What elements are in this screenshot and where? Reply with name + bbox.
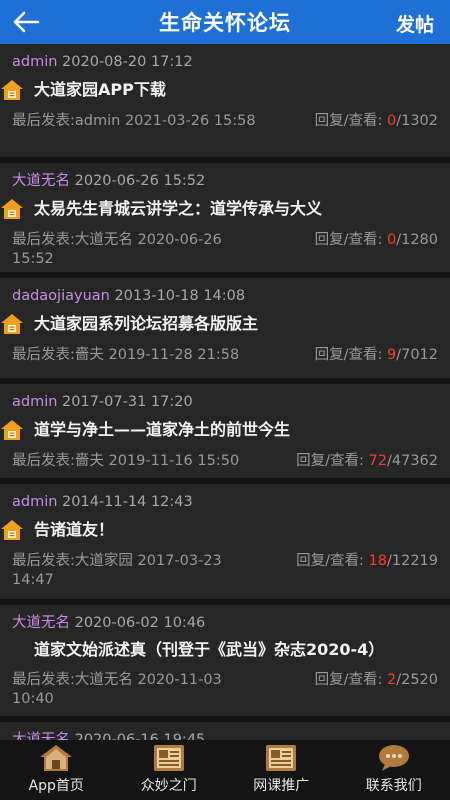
home-icon — [1, 80, 23, 100]
tab-app-home[interactable]: App首页 — [0, 740, 113, 800]
post-meta: admin 2020-08-20 17:12 — [12, 52, 438, 72]
home-icon — [1, 520, 23, 540]
post-author[interactable]: 大道无名 — [12, 732, 70, 740]
chat-bubble-icon — [378, 745, 409, 771]
post-date: 2020-06-16 19:45 — [74, 732, 206, 740]
back-arrow-icon[interactable] — [10, 6, 42, 38]
post-last-reply: 最后发表:大道家园 2017-03-23 14:47 回复/查看: 18/1221… — [12, 553, 438, 588]
home-icon — [40, 745, 73, 771]
post-meta: 大道无名 2020-06-16 19:45 — [12, 730, 438, 740]
post-author[interactable]: 大道无名 — [12, 615, 70, 631]
post-author[interactable]: 大道无名 — [12, 173, 70, 189]
list-item[interactable]: admin 2014-11-14 12:43 告诸道友！ 最后发表:大道家园 2… — [0, 484, 450, 605]
list-item[interactable]: 大道无名 2020-06-16 19:45 — [0, 722, 450, 740]
post-author[interactable]: dadaojiayuan — [12, 288, 110, 304]
list-item[interactable]: admin 2017-07-31 17:20 道学与净土——道家净土的前世今生 … — [0, 384, 450, 484]
post-date: 2014-11-14 12:43 — [62, 494, 193, 510]
post-date: 2020-06-02 10:46 — [74, 615, 206, 631]
newspaper-icon — [266, 745, 297, 771]
home-icon — [1, 420, 23, 440]
post-last-reply: 最后发表:嗇夫 2019-11-16 15:50 回复/查看: 72/47362 — [12, 453, 438, 469]
app-header: 生命关怀论坛 发帖 — [0, 0, 450, 44]
post-date: 2013-10-18 14:08 — [114, 288, 246, 304]
post-title[interactable]: 告诸道友！ — [34, 519, 114, 541]
post-meta: admin 2014-11-14 12:43 — [12, 492, 438, 512]
post-meta: 大道无名 2020-06-02 10:46 — [12, 613, 438, 633]
home-icon — [1, 199, 23, 219]
new-post-button[interactable]: 发帖 — [396, 10, 434, 37]
newspaper-icon — [153, 745, 184, 771]
post-stats: 回复/查看: 9/7012 — [314, 347, 438, 363]
tab-label: 网课推广 — [253, 778, 310, 794]
tab-label: App首页 — [28, 778, 84, 794]
post-author[interactable]: admin — [12, 494, 57, 510]
post-stats: 回复/查看: 0/1302 — [314, 113, 438, 129]
post-title[interactable]: 大道家园APP下载 — [34, 79, 166, 101]
post-stats: 回复/查看: 2/2520 — [314, 672, 438, 688]
post-last-reply: 最后发表:大道无名 2020-11-03 10:40 回复/查看: 2/2520 — [12, 672, 438, 707]
post-date: 2020-06-26 15:52 — [74, 173, 206, 189]
tab-label: 联系我们 — [365, 778, 422, 794]
list-item[interactable]: dadaojiayuan 2013-10-18 14:08 大道家园系列论坛招募… — [0, 278, 450, 384]
home-icon — [1, 314, 23, 334]
post-stats: 回复/查看: 72/47362 — [296, 453, 438, 469]
list-item[interactable]: 大道无名 2020-06-26 15:52 太易先生青城云讲学之：道学传承与大义… — [0, 163, 450, 278]
post-stats: 回复/查看: 0/1280 — [314, 232, 438, 248]
post-last-reply: 最后发表:嗇夫 2019-11-28 21:58 回复/查看: 9/7012 — [12, 347, 438, 363]
post-date: 2017-07-31 17:20 — [62, 394, 193, 410]
post-meta: 大道无名 2020-06-26 15:52 — [12, 171, 438, 191]
tab-online-course[interactable]: 网课推广 — [225, 740, 338, 800]
post-title[interactable]: 道学与净土——道家净土的前世今生 — [34, 419, 290, 441]
post-author[interactable]: admin — [12, 394, 57, 410]
post-list: admin 2020-08-20 17:12 大道家园APP下载 最后发表:ad… — [0, 44, 450, 740]
tab-contact-us[interactable]: 联系我们 — [338, 740, 450, 800]
list-item[interactable]: admin 2020-08-20 17:12 大道家园APP下载 最后发表:ad… — [0, 44, 450, 163]
post-title[interactable]: 道家文始派述真（刊登于《武当》杂志2020-4） — [34, 639, 384, 661]
post-stats: 回复/查看: 18/12219 — [296, 553, 438, 569]
list-item[interactable]: 大道无名 2020-06-02 10:46 道家文始派述真（刊登于《武当》杂志2… — [0, 605, 450, 722]
bottom-nav: App首页 众妙之门 网课推广 联系我们 — [0, 740, 450, 800]
post-last-reply: 最后发表:大道无名 2020-06-26 15:52 回复/查看: 0/1280 — [12, 232, 438, 267]
tab-zhongmiao[interactable]: 众妙之门 — [113, 740, 226, 800]
post-author[interactable]: admin — [12, 54, 57, 70]
post-meta: admin 2017-07-31 17:20 — [12, 392, 438, 412]
post-meta: dadaojiayuan 2013-10-18 14:08 — [12, 286, 438, 306]
post-date: 2020-08-20 17:12 — [62, 54, 193, 70]
post-last-reply: 最后发表:admin 2021-03-26 15:58 回复/查看: 0/130… — [12, 113, 438, 129]
tab-label: 众妙之门 — [140, 778, 197, 794]
post-title[interactable]: 太易先生青城云讲学之：道学传承与大义 — [34, 198, 322, 220]
post-title[interactable]: 大道家园系列论坛招募各版版主 — [34, 313, 258, 335]
page-title: 生命关怀论坛 — [159, 11, 291, 35]
